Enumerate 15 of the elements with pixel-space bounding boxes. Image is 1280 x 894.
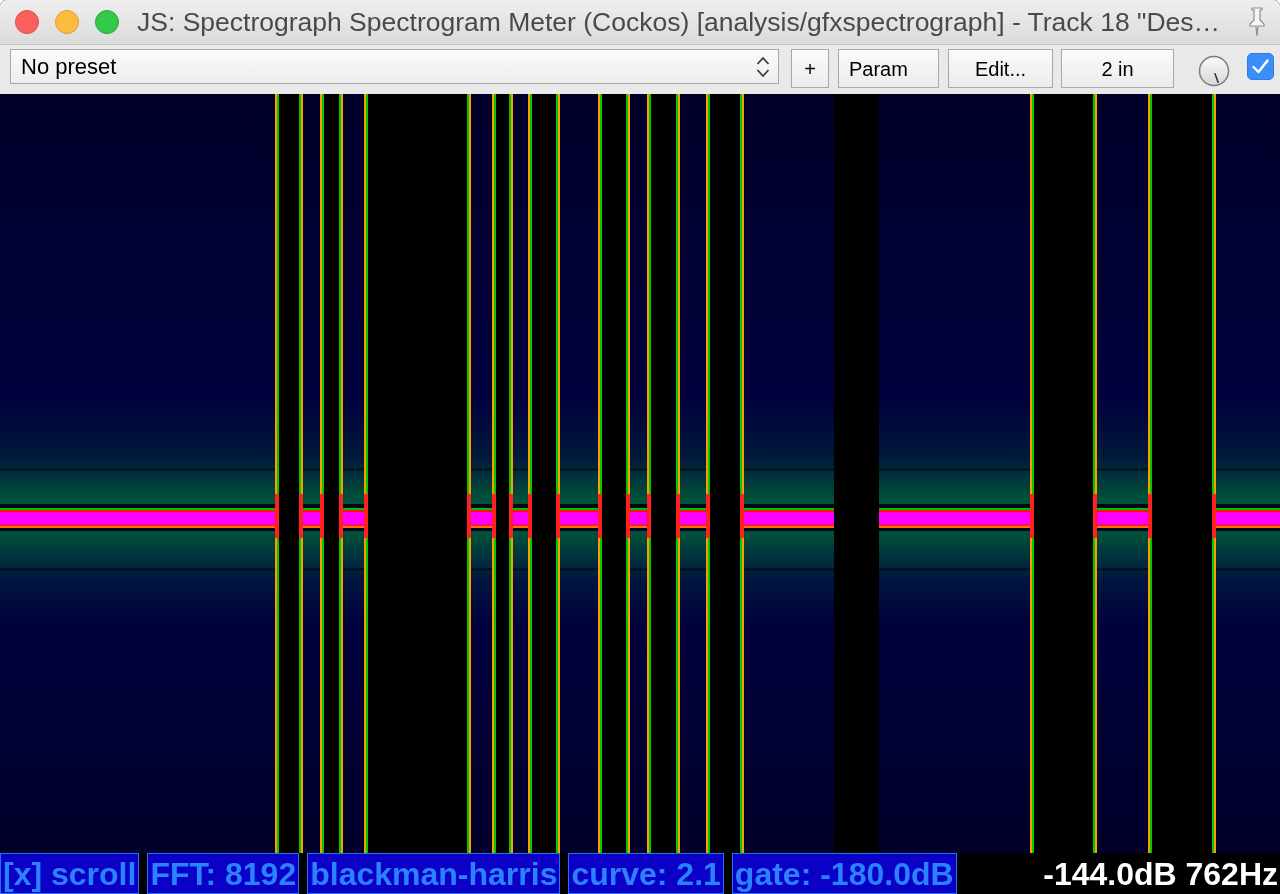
checkbox[interactable] — [1247, 53, 1274, 80]
edit-button[interactable]: Edit... — [948, 49, 1053, 88]
close-icon[interactable] — [15, 10, 39, 34]
checkmark-icon — [1252, 59, 1269, 74]
up-down-chevron-icon — [756, 54, 770, 79]
preset-dropdown[interactable]: No preset — [10, 49, 779, 84]
knob[interactable] — [1198, 55, 1230, 87]
inputs-button[interactable]: 2 in — [1061, 49, 1174, 88]
add-button[interactable]: + — [791, 49, 829, 88]
window-title: JS: Spectrograph Spectrogram Meter (Cockos) [analysis/gfxspectrograph] - Track 18 "Des… — [137, 8, 1221, 36]
pin-icon[interactable] — [1248, 7, 1266, 37]
param-button[interactable]: Param — [838, 49, 939, 88]
zoom-icon[interactable] — [95, 10, 119, 34]
cursor-readout: -144.0dB 762Hz — [1043, 857, 1279, 890]
minimize-icon[interactable] — [55, 10, 79, 34]
